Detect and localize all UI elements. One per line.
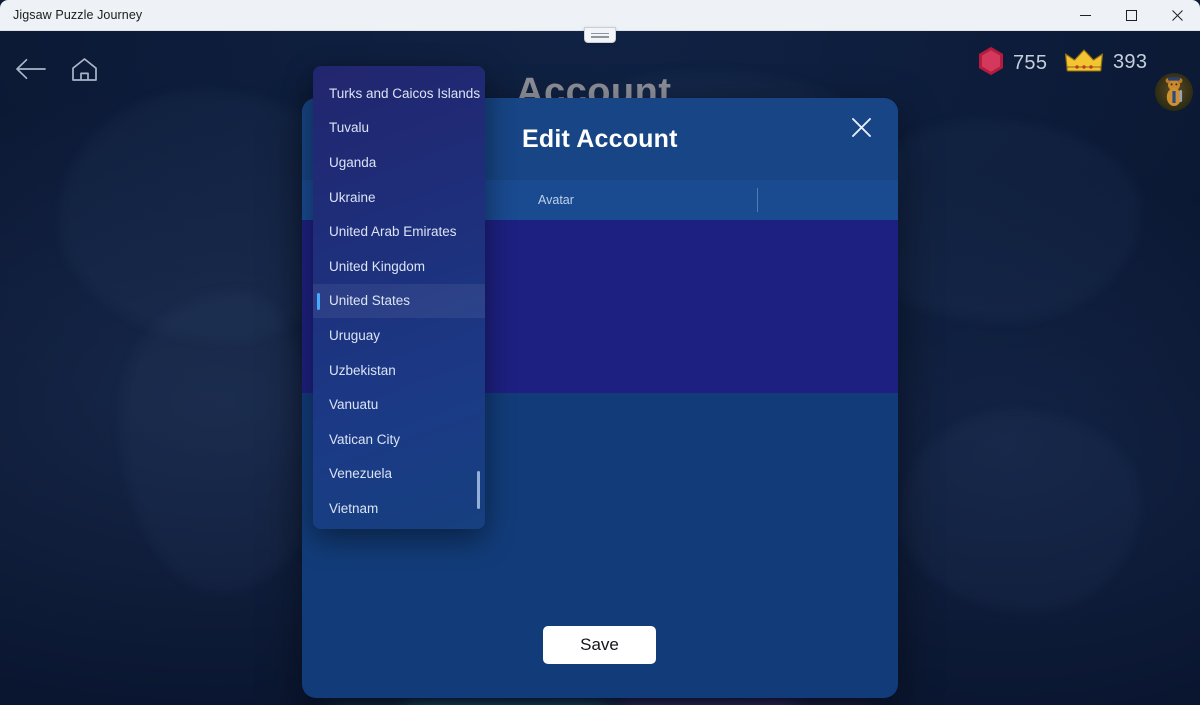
country-option-label: Uganda [329,154,377,170]
country-option-label: United Kingdom [329,258,426,274]
close-button[interactable] [1154,0,1200,31]
country-option[interactable]: United Arab Emirates [313,214,485,249]
gem-count: 755 [1013,52,1048,74]
country-option-label: Vanuatu [329,397,379,413]
save-button[interactable]: Save [543,626,656,664]
country-option-label: Vatican City [329,431,401,447]
minimize-button[interactable] [1062,0,1108,31]
country-option[interactable]: Vanuatu [313,387,485,422]
window-controls [1062,0,1200,31]
gem-icon [978,46,1004,81]
maximize-button[interactable] [1108,0,1154,31]
country-option[interactable]: Venezuela [313,457,485,492]
country-option[interactable]: United States [313,283,485,319]
gem-currency[interactable]: 755 [978,46,1047,81]
country-dropdown[interactable]: Turks and Caicos Islands Tuvalu Uganda Ukra… [313,66,485,529]
country-option[interactable]: Uruguay [313,318,485,353]
game-canvas: Account 755 393 Edit Account Avatar Save… [0,31,1200,705]
country-option[interactable]: Ukraine [313,180,485,215]
world-map-decoration [900,411,1140,611]
window-snap-handle[interactable] [584,27,616,43]
home-icon[interactable] [60,47,108,91]
country-option-label: Tuvalu [329,120,370,136]
snap-handle-line [591,32,609,34]
avatar[interactable] [1155,73,1193,111]
app-root: Jigsaw Puzzle Journey Account 755 393 Ed… [0,0,1200,705]
world-map-decoration [120,291,320,591]
country-option[interactable]: Turks and Caicos Islands [313,76,485,111]
close-icon[interactable] [840,106,882,148]
country-option-label: Turks and Caicos Islands [329,85,481,101]
field-divider [757,188,758,212]
crown-currency[interactable]: 393 [1064,46,1147,79]
country-option[interactable]: Uzbekistan [313,353,485,388]
dialog-title: Edit Account [522,124,678,153]
country-option[interactable]: United Kingdom [313,249,485,284]
country-option-label: Uruguay [329,327,381,343]
country-option[interactable]: Vatican City [313,422,485,457]
country-option[interactable]: Uganda [313,145,485,180]
snap-handle-line [591,36,609,38]
country-option-label: United Arab Emirates [329,224,457,240]
back-arrow-icon[interactable] [6,47,54,91]
crown-count: 393 [1113,51,1148,73]
dropdown-scrollbar[interactable] [477,66,480,529]
country-option[interactable]: Vietnam [313,491,485,526]
dropdown-scrollbar-thumb[interactable] [477,471,480,509]
crown-icon [1064,46,1104,79]
country-dropdown-list: Turks and Caicos Islands Tuvalu Uganda Ukra… [313,66,485,526]
window-title: Jigsaw Puzzle Journey [13,8,143,22]
dialog-footer: Save [302,626,898,698]
country-option-label: Uzbekistan [329,362,396,378]
country-option[interactable]: Tuvalu [313,111,485,146]
country-option-label: Ukraine [329,189,376,205]
country-option-label: Venezuela [329,466,393,482]
avatar-field-label: Avatar [538,193,574,207]
country-option-label: United States [329,293,411,309]
country-option-label: Vietnam [329,500,379,516]
